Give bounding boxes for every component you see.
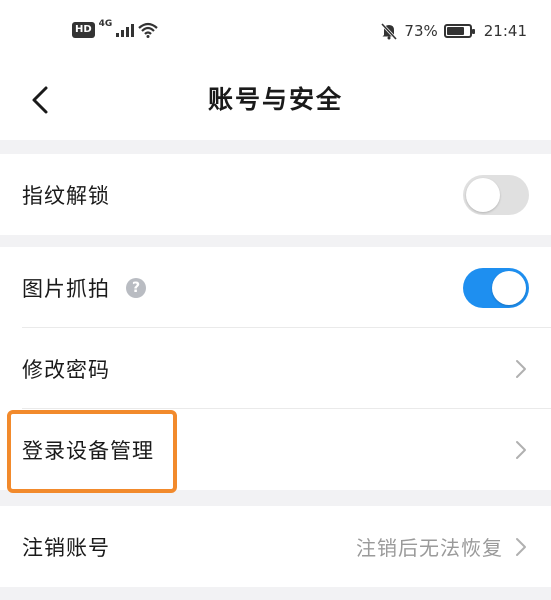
chevron-right-icon	[516, 359, 526, 378]
settings-group-account: 注销账号 注销后无法恢复	[0, 506, 551, 587]
change-password-row[interactable]: 修改密码	[0, 328, 551, 409]
battery-icon	[443, 24, 475, 38]
change-password-label: 修改密码	[22, 357, 110, 382]
status-right: 73% 21:41	[380, 22, 527, 40]
photo-capture-row: 图片抓拍 ?	[0, 247, 551, 328]
photo-capture-label: 图片抓拍	[22, 276, 110, 301]
fingerprint-unlock-toggle[interactable]	[463, 174, 529, 215]
chevron-right-icon	[516, 537, 526, 556]
cancel-account-hint: 注销后无法恢复	[356, 536, 503, 560]
header: 账号与安全	[0, 62, 551, 140]
fingerprint-unlock-row[interactable]: 指纹解锁	[0, 154, 551, 235]
status-bar: HD 4G 73% 21:41	[0, 0, 551, 62]
chevron-right-icon	[516, 440, 526, 459]
status-left: HD 4G	[72, 19, 159, 38]
wifi-icon	[138, 22, 159, 38]
page-title: 账号与安全	[207, 85, 343, 114]
toggle-knob	[492, 270, 526, 305]
signal-icon	[116, 23, 135, 37]
battery-fill	[446, 27, 465, 35]
bell-muted-icon	[381, 22, 398, 40]
photo-capture-toggle[interactable]	[463, 267, 529, 308]
fingerprint-unlock-label: 指纹解锁	[22, 183, 110, 208]
settings-group-security: 图片抓拍 ? 修改密码 登录设备管理	[0, 247, 551, 490]
toggle-knob	[466, 177, 500, 212]
help-icon[interactable]: ?	[126, 277, 146, 298]
network-type: 4G	[98, 19, 113, 29]
device-management-row[interactable]: 登录设备管理	[0, 409, 551, 490]
settings-group-fingerprint: 指纹解锁	[0, 154, 551, 235]
cancel-account-row[interactable]: 注销账号 注销后无法恢复	[0, 506, 551, 587]
hd-icon: HD	[72, 22, 95, 38]
cancel-account-label: 注销账号	[22, 535, 110, 560]
device-management-label: 登录设备管理	[22, 438, 154, 463]
clock: 21:41	[483, 22, 527, 40]
battery-percent: 73%	[404, 22, 438, 40]
